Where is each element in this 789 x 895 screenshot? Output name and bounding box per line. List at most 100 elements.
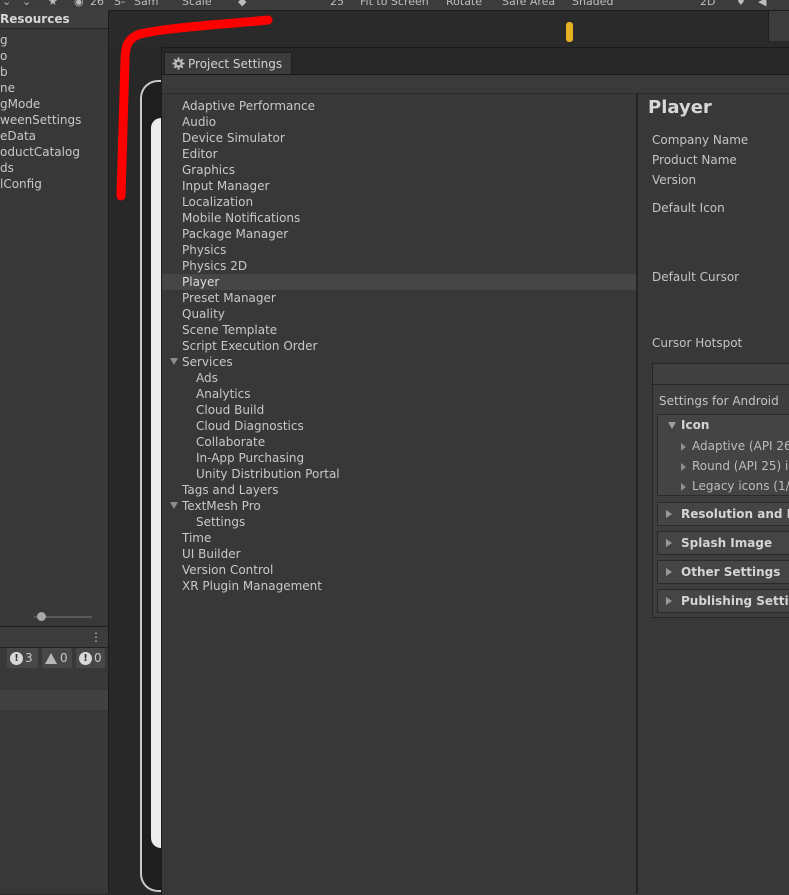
- scene-marker: [566, 22, 573, 42]
- page-title: Player: [648, 97, 712, 118]
- asset-item[interactable]: ne: [0, 81, 15, 95]
- other-settings-section-header[interactable]: Other Settings: [657, 560, 789, 584]
- category-item[interactable]: Audio: [182, 114, 216, 130]
- category-item[interactable]: Time: [182, 530, 211, 546]
- asset-item[interactable]: o: [0, 49, 7, 63]
- services-foldout-arrow-icon[interactable]: [170, 358, 178, 365]
- category-item[interactable]: Localization: [182, 194, 253, 210]
- console-row[interactable]: [0, 690, 108, 710]
- aspect-dropdown[interactable]: Sam: [134, 0, 158, 8]
- chevron-right-icon: [666, 568, 672, 576]
- console-header: ⋮: [0, 626, 108, 648]
- category-item[interactable]: Package Manager: [182, 226, 288, 242]
- category-item[interactable]: Graphics: [182, 162, 235, 178]
- warning-icon: [45, 652, 57, 664]
- category-subitem[interactable]: Cloud Build: [196, 402, 264, 418]
- chevron-right-icon[interactable]: [681, 463, 686, 471]
- category-subitem[interactable]: Collaborate: [196, 434, 265, 450]
- scene-view: [109, 11, 789, 47]
- scale-value: 25: [330, 0, 344, 8]
- shading-dropdown[interactable]: Shaded: [572, 0, 613, 8]
- category-item[interactable]: Quality: [182, 306, 225, 322]
- 2d-toggle[interactable]: 2D: [700, 0, 715, 8]
- category-item[interactable]: Editor: [182, 146, 218, 162]
- category-subitem[interactable]: Ads: [196, 370, 218, 386]
- scale-slider-icon[interactable]: ◆: [238, 0, 246, 8]
- settings-search-bar: [162, 75, 789, 94]
- eye-icon[interactable]: ◉: [74, 0, 84, 8]
- scale-label: Scale: [182, 0, 212, 8]
- category-item[interactable]: Script Execution Order: [182, 338, 317, 354]
- arrow-down-icon[interactable]: ⌄: [22, 0, 31, 8]
- category-item[interactable]: Scene Template: [182, 322, 277, 338]
- category-item[interactable]: Version Control: [182, 562, 273, 578]
- category-item[interactable]: Mobile Notifications: [182, 210, 300, 226]
- category-subitem[interactable]: Unity Distribution Portal: [196, 466, 340, 482]
- resolution-section-header[interactable]: Resolution and Pre: [657, 502, 789, 526]
- publishing-settings-section-header[interactable]: Publishing Setting: [657, 589, 789, 613]
- error-count-toggle[interactable]: ! 3: [7, 648, 38, 668]
- category-item[interactable]: Physics 2D: [182, 258, 247, 274]
- chevron-right-icon: [666, 510, 672, 518]
- lighting-icon[interactable]: ♦: [736, 0, 746, 8]
- icon-size-slider-handle[interactable]: [37, 612, 46, 621]
- info-count-toggle[interactable]: ! 0: [76, 648, 105, 668]
- category-item[interactable]: Adaptive Performance: [182, 98, 315, 114]
- cursor-hotspot-label: Cursor Hotspot: [652, 336, 743, 350]
- chevron-right-icon[interactable]: [681, 483, 686, 491]
- category-item[interactable]: Tags and Layers: [182, 482, 278, 498]
- category-item[interactable]: UI Builder: [182, 546, 241, 562]
- gear-icon: [172, 57, 185, 70]
- warning-count: 0: [60, 651, 68, 665]
- icon-subsection[interactable]: Legacy icons (1/6: [692, 479, 789, 493]
- safe-area-button[interactable]: Safe Area: [502, 0, 555, 8]
- fit-to-screen-button[interactable]: Fit to Screen: [360, 0, 429, 8]
- chevron-right-icon: [666, 539, 672, 547]
- asset-item[interactable]: lConfig: [0, 177, 42, 191]
- asset-item[interactable]: g: [0, 33, 8, 47]
- audio-icon[interactable]: ◀: [758, 0, 766, 8]
- icon-section-header[interactable]: Icon: [681, 418, 709, 432]
- textmesh-foldout-arrow-icon[interactable]: [170, 502, 178, 509]
- asset-item[interactable]: gMode: [0, 97, 40, 111]
- selected-category-highlight: [162, 274, 636, 290]
- asset-item[interactable]: weenSettings: [0, 113, 81, 127]
- category-item-textmesh[interactable]: TextMesh Pro: [182, 498, 261, 514]
- category-item[interactable]: XR Plugin Management: [182, 578, 322, 594]
- project-breadcrumb: Resources: [0, 10, 108, 29]
- platform-settings-label: Settings for Android: [659, 394, 779, 408]
- splash-image-section-header[interactable]: Splash Image: [657, 531, 789, 555]
- category-subitem[interactable]: Analytics: [196, 386, 251, 402]
- icon-subsection[interactable]: Round (API 25) ic: [692, 459, 789, 473]
- category-subitem[interactable]: Cloud Diagnostics: [196, 418, 304, 434]
- window-tab-title: Project Settings: [188, 57, 283, 71]
- info-count: 0: [94, 651, 102, 665]
- icon-foldout-arrow-icon[interactable]: [668, 422, 676, 429]
- chevron-right-icon[interactable]: [681, 443, 686, 451]
- category-item[interactable]: Preset Manager: [182, 290, 276, 306]
- asset-item[interactable]: b: [0, 65, 8, 79]
- star-icon[interactable]: ★: [48, 0, 58, 8]
- collapse-icon[interactable]: ⌄: [2, 0, 11, 8]
- category-item-player[interactable]: Player: [182, 274, 219, 290]
- product-name-label: Product Name: [652, 153, 737, 167]
- category-item[interactable]: Physics: [182, 242, 226, 258]
- scene-gizmo-panel: [768, 11, 789, 41]
- platform-tabs[interactable]: [652, 363, 789, 385]
- asset-item[interactable]: eData: [0, 129, 36, 143]
- collapsed-count: 26: [90, 0, 104, 8]
- category-item-services[interactable]: Services: [182, 354, 233, 370]
- rotate-button[interactable]: Rotate: [446, 0, 482, 8]
- icon-subsection[interactable]: Adaptive (API 26): [692, 439, 789, 453]
- warning-count-toggle[interactable]: 0: [42, 648, 72, 668]
- category-item[interactable]: Input Manager: [182, 178, 270, 194]
- category-subitem[interactable]: Settings: [196, 514, 245, 530]
- more-options-icon[interactable]: ⋮: [90, 630, 102, 644]
- asset-item[interactable]: oductCatalog: [0, 145, 80, 159]
- scene-toolbar: ⌄ ⌄ ★ ◉ 26 S- Sam Scale ◆ 25 Fit to Scre…: [0, 0, 789, 11]
- chevron-right-icon: [666, 597, 672, 605]
- category-item[interactable]: Device Simulator: [182, 130, 285, 146]
- display-dropdown[interactable]: S-: [114, 0, 125, 8]
- category-subitem[interactable]: In-App Purchasing: [196, 450, 304, 466]
- asset-item[interactable]: ds: [0, 161, 14, 175]
